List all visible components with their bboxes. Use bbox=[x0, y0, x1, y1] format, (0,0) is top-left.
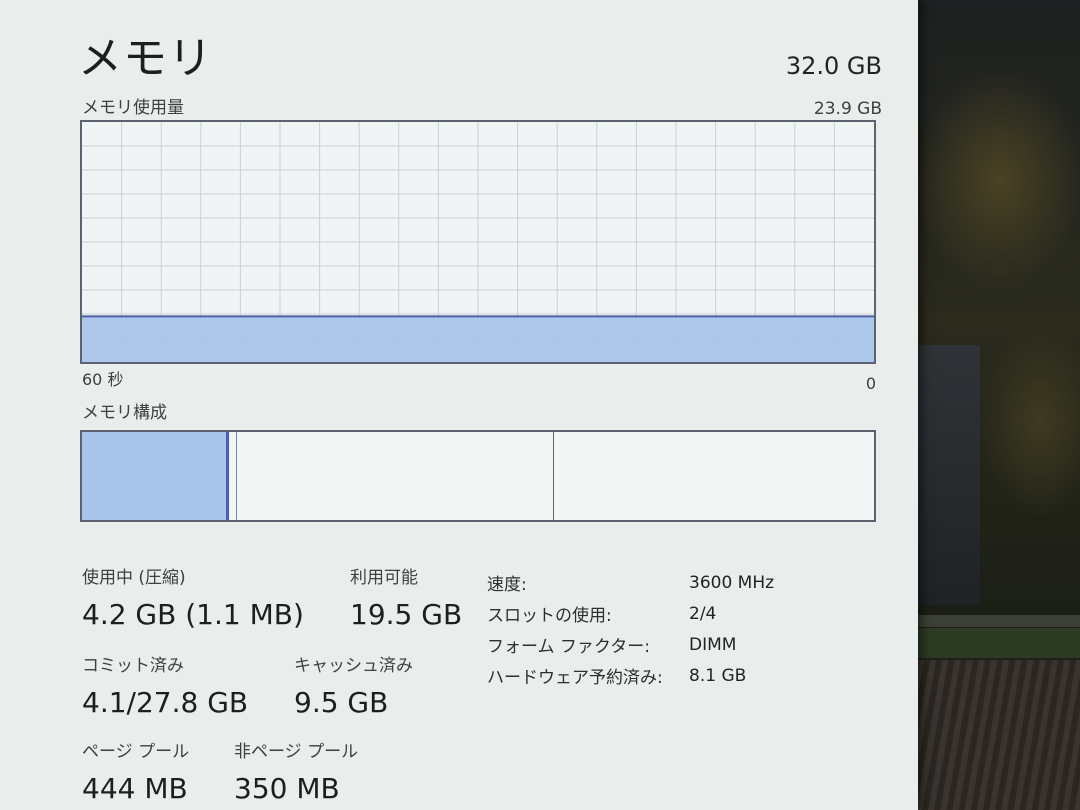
background-path bbox=[918, 660, 1080, 810]
memory-composition-bar bbox=[80, 430, 876, 522]
composition-modified bbox=[229, 432, 237, 520]
stat-in-use-value: 4.2 GB (1.1 MB) bbox=[82, 598, 304, 631]
background-ledge bbox=[918, 615, 1080, 627]
background-building bbox=[918, 345, 980, 605]
stat-nonpaged-pool-value: 350 MB bbox=[234, 772, 340, 805]
usage-graph-canvas bbox=[82, 122, 874, 362]
stat-nonpaged-pool: 非ページ プール 350 MB bbox=[234, 737, 358, 805]
memory-performance-panel: メモリ 32.0 GB メモリ使用量 23.9 GB 60 秒 0 メモリ構成 … bbox=[0, 0, 918, 810]
stat-available-label: 利用可能 bbox=[350, 568, 418, 588]
composition-free bbox=[554, 432, 874, 520]
stat-committed-value: 4.1/27.8 GB bbox=[82, 686, 249, 719]
spec-speed-value: 3600 MHz bbox=[689, 572, 775, 593]
stat-paged-pool-label: ページ プール bbox=[82, 742, 190, 762]
stat-committed: コミット済み 4.1/27.8 GB bbox=[82, 651, 248, 719]
graph-time-end: 0 bbox=[865, 374, 876, 393]
stat-in-use: 使用中 (圧縮) 4.2 GB (1.1 MB) bbox=[82, 563, 304, 631]
background-lawn bbox=[918, 628, 1080, 658]
total-memory: 32.0 GB bbox=[785, 52, 882, 80]
stat-committed-label: コミット済み bbox=[82, 656, 184, 676]
memory-usage-graph bbox=[80, 120, 876, 364]
page-title: メモリ bbox=[78, 33, 213, 84]
spec-speed-label: 速度: bbox=[487, 575, 527, 595]
stat-paged-pool: ページ プール 444 MB bbox=[82, 737, 189, 805]
spec-hardware-reserved-value: 8.1 GB bbox=[689, 665, 747, 686]
spec-hardware-reserved: ハードウェア予約済み: 8.1 GB bbox=[487, 660, 774, 691]
spec-slots-label: スロットの使用: bbox=[487, 606, 612, 626]
spec-form-factor: フォーム ファクター: DIMM bbox=[487, 629, 774, 660]
spec-form-factor-value: DIMM bbox=[689, 634, 737, 655]
usage-graph-max: 23.9 GB bbox=[813, 99, 882, 119]
stat-cached: キャッシュ済み 9.5 GB bbox=[294, 651, 413, 719]
memory-specs: 速度: 3600 MHz スロットの使用: 2/4 フォーム ファクター: DI… bbox=[487, 567, 774, 691]
usage-graph-label: メモリ使用量 bbox=[82, 98, 184, 118]
stat-available: 利用可能 19.5 GB bbox=[350, 563, 462, 631]
composition-standby bbox=[237, 432, 554, 520]
usage-area bbox=[82, 316, 874, 362]
composition-label: メモリ構成 bbox=[82, 403, 167, 423]
spec-form-factor-label: フォーム ファクター: bbox=[487, 637, 650, 657]
stat-available-value: 19.5 GB bbox=[350, 598, 463, 631]
spec-slots-value: 2/4 bbox=[689, 603, 717, 624]
composition-in-use bbox=[82, 432, 229, 520]
graph-time-start: 60 秒 bbox=[82, 370, 124, 389]
spec-hardware-reserved-label: ハードウェア予約済み: bbox=[487, 668, 663, 688]
stat-in-use-label: 使用中 (圧縮) bbox=[82, 568, 186, 588]
stat-paged-pool-value: 444 MB bbox=[82, 772, 188, 805]
stat-nonpaged-pool-label: 非ページ プール bbox=[234, 742, 359, 762]
spec-slots: スロットの使用: 2/4 bbox=[487, 598, 774, 629]
spec-speed: 速度: 3600 MHz bbox=[487, 567, 774, 598]
stat-cached-label: キャッシュ済み bbox=[294, 656, 413, 676]
stat-cached-value: 9.5 GB bbox=[294, 686, 389, 719]
